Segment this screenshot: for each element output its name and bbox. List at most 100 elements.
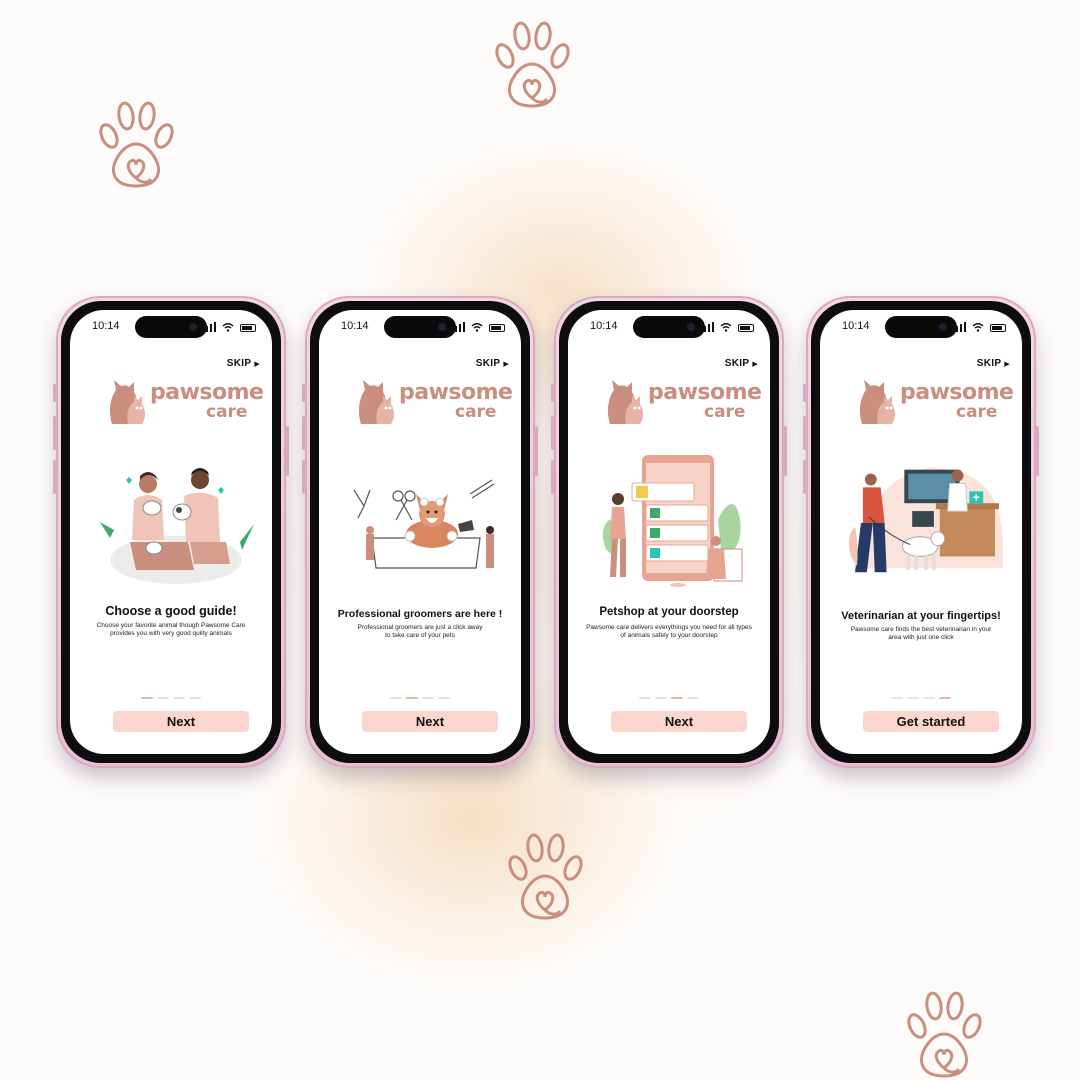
illustration-groomers (353, 479, 495, 569)
onboarding-description: Choose your favorite animal though Pawso… (96, 622, 246, 637)
page-indicator (319, 697, 521, 699)
dog-cat-logo-icon (358, 380, 394, 424)
skip-button[interactable]: SKIP ▶ (977, 358, 1010, 369)
side-button (803, 460, 806, 494)
page-dot (939, 697, 951, 699)
page-dot (639, 697, 651, 699)
status-time: 10:14 (341, 320, 369, 332)
page-indicator (568, 697, 770, 699)
next-button[interactable]: Next (113, 711, 249, 732)
paw-heart-icon (99, 101, 174, 188)
dynamic-island (633, 316, 705, 338)
play-arrow-icon: ▶ (752, 360, 758, 368)
signal-icon (450, 321, 465, 332)
side-button (286, 426, 289, 476)
skip-label: SKIP (475, 358, 501, 369)
phone-bezel: 10:14 SKIP ▶ pawsome care (811, 301, 1031, 763)
side-button (53, 460, 56, 494)
battery-icon (489, 324, 505, 332)
side-button (302, 460, 305, 494)
battery-icon (240, 324, 256, 332)
page-dot (157, 697, 169, 699)
paw-heart-icon (495, 21, 570, 108)
wifi-icon (720, 323, 732, 332)
status-icons (450, 321, 505, 332)
side-button (302, 384, 305, 402)
screen: 10:14 SKIP ▶ pawsome care (70, 310, 272, 754)
skip-label: SKIP (226, 358, 252, 369)
screen: 10:14 SKIP ▶ pawsome care (568, 310, 770, 754)
page-indicator (70, 697, 272, 699)
status-bar: 10:14 (70, 316, 272, 338)
page-dot (390, 697, 402, 699)
phone-onboarding-3: 10:14 SKIP ▶ pawsome care Petshop at you… (551, 296, 787, 768)
side-button (784, 426, 787, 476)
status-bar: 10:14 (820, 316, 1022, 338)
dynamic-island (135, 316, 207, 338)
page-dot (422, 697, 434, 699)
onboarding-title: Petshop at your doorstep (599, 606, 739, 618)
onboarding-description: Pawsome care delivers everythings you ne… (586, 624, 752, 639)
battery-icon (738, 324, 754, 332)
next-button[interactable]: Next (611, 711, 747, 732)
side-button (551, 460, 554, 494)
wifi-icon (972, 323, 984, 332)
status-time: 10:14 (590, 320, 618, 332)
onboarding-title: Veterinarian at your fingertips! (841, 610, 1001, 622)
page-dot (438, 697, 450, 699)
onboarding-description: Pawsome care finds the best veterinarian… (850, 626, 992, 641)
paw-heart-icon (907, 991, 982, 1078)
logo-text-care: care (704, 402, 746, 422)
phone-bezel: 10:14 SKIP ▶ pawsome care (61, 301, 281, 763)
dog-cat-logo-icon (109, 380, 145, 424)
wifi-icon (222, 323, 234, 332)
onboarding-title: Professional groomers are here ! (337, 608, 503, 620)
skip-label: SKIP (976, 358, 1002, 369)
signal-icon (951, 321, 966, 332)
side-button (535, 426, 538, 476)
skip-button[interactable]: SKIP ▶ (725, 358, 758, 369)
dynamic-island (384, 316, 456, 338)
get-started-button[interactable]: Get started (863, 711, 999, 732)
page-dot (923, 697, 935, 699)
dynamic-island (885, 316, 957, 338)
dog-cat-logo-icon (607, 380, 643, 424)
status-icons (699, 321, 754, 332)
skip-button[interactable]: SKIP ▶ (227, 358, 260, 369)
phone-onboarding-2: 10:14 SKIP ▶ pawsome care Professional g… (302, 296, 538, 768)
page-dot (671, 697, 683, 699)
page-dot (173, 697, 185, 699)
next-button[interactable]: Next (362, 711, 498, 732)
status-icons (951, 321, 1006, 332)
side-button (803, 416, 806, 450)
status-time: 10:14 (842, 320, 870, 332)
status-icons (201, 321, 256, 332)
page-dot (141, 697, 153, 699)
side-button (53, 416, 56, 450)
phone-onboarding-1: 10:14 SKIP ▶ pawsome care Choose a good … (53, 296, 289, 768)
logo-text-care: care (956, 402, 998, 422)
skip-button[interactable]: SKIP ▶ (476, 358, 509, 369)
onboarding-title: Choose a good guide! (105, 604, 237, 618)
signal-icon (201, 321, 216, 332)
side-button (551, 416, 554, 450)
side-button (1036, 426, 1039, 476)
page-dot (891, 697, 903, 699)
illustration-petshop (602, 455, 743, 587)
illustration-couple-with-pets (100, 468, 254, 584)
app-logo: pawsome care (353, 376, 513, 432)
phone-bezel: 10:14 SKIP ▶ pawsome care (310, 301, 530, 763)
play-arrow-icon: ▶ (503, 360, 509, 368)
illustration-veterinarian (848, 467, 1003, 573)
play-arrow-icon: ▶ (254, 360, 260, 368)
app-logo: pawsome care (602, 376, 762, 432)
onboarding-description: Professional groomers are just a click a… (357, 624, 483, 639)
logo-text-care: care (455, 402, 497, 422)
page-dot (406, 697, 418, 699)
logo-text-care: care (206, 402, 248, 422)
phone-onboarding-4: 10:14 SKIP ▶ pawsome care Veterinarian a… (803, 296, 1039, 768)
status-time: 10:14 (92, 320, 120, 332)
battery-icon (990, 324, 1006, 332)
side-button (53, 384, 56, 402)
page-dot (907, 697, 919, 699)
